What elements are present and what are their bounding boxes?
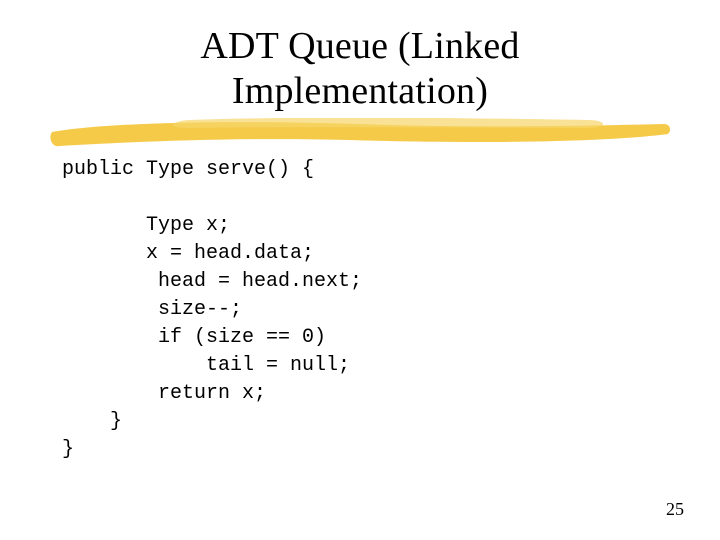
- title-line-1: ADT Queue (Linked: [0, 24, 720, 69]
- slide: ADT Queue (Linked Implementation) public…: [0, 0, 720, 540]
- code-block: public Type serve() { Type x; x = head.d…: [62, 156, 362, 464]
- code-line: }: [62, 438, 74, 461]
- code-line: public Type serve() {: [62, 158, 314, 181]
- code-line: return x;: [62, 382, 266, 405]
- code-line: x = head.data;: [62, 242, 314, 265]
- code-line: tail = null;: [62, 354, 350, 377]
- code-line: head = head.next;: [62, 270, 362, 293]
- code-line: if (size == 0): [62, 326, 326, 349]
- brush-underline-icon: [48, 118, 672, 152]
- page-number: 25: [666, 499, 684, 520]
- code-line: size--;: [62, 298, 242, 321]
- slide-title: ADT Queue (Linked Implementation): [0, 24, 720, 114]
- code-line: Type x;: [62, 214, 230, 237]
- title-line-2: Implementation): [0, 69, 720, 114]
- code-line: }: [62, 410, 122, 433]
